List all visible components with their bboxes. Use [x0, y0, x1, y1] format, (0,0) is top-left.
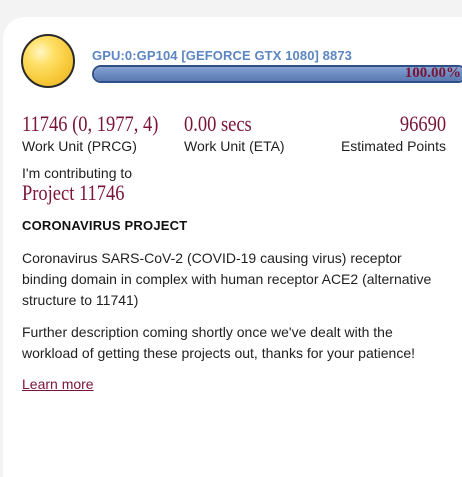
eta-label: Work Unit (ETA) — [184, 138, 285, 154]
slot-name: GPU:0:GP104 [GEFORCE GTX 1080] 8873 — [92, 48, 352, 63]
project-heading: CORONAVIRUS PROJECT — [22, 218, 188, 233]
eta-stat: 0.00 secs Work Unit (ETA) — [184, 111, 285, 155]
points-label: Estimated Points — [340, 138, 446, 154]
project-description: Coronavirus SARS-CoV-2 (COVID-19 causing… — [22, 250, 432, 308]
project-description-note: Further description coming shortly once … — [22, 324, 416, 361]
progress-bar: 100.00% — [92, 65, 462, 83]
slot-status-row: GPU:0:GP104 [GEFORCE GTX 1080] 8873 100.… — [18, 18, 462, 98]
slot-status-indicator-icon — [21, 34, 75, 88]
learn-more-link[interactable]: Learn more — [22, 376, 94, 392]
contributing-label: I'm contributing to — [22, 165, 133, 181]
eta-value: 0.00 secs — [184, 111, 252, 136]
work-unit-label: Work Unit (PRCG) — [22, 138, 137, 154]
work-unit-stat: 11746 (0, 1977, 4) Work Unit (PRCG) — [22, 111, 184, 155]
work-unit-value: 11746 (0, 1977, 4) — [22, 111, 159, 136]
progress-percent: 100.00% — [404, 65, 461, 81]
points-value: 96690 — [399, 111, 446, 136]
project-title: Project 11746 — [22, 180, 125, 205]
points-stat: 96690 Estimated Points — [340, 111, 446, 155]
